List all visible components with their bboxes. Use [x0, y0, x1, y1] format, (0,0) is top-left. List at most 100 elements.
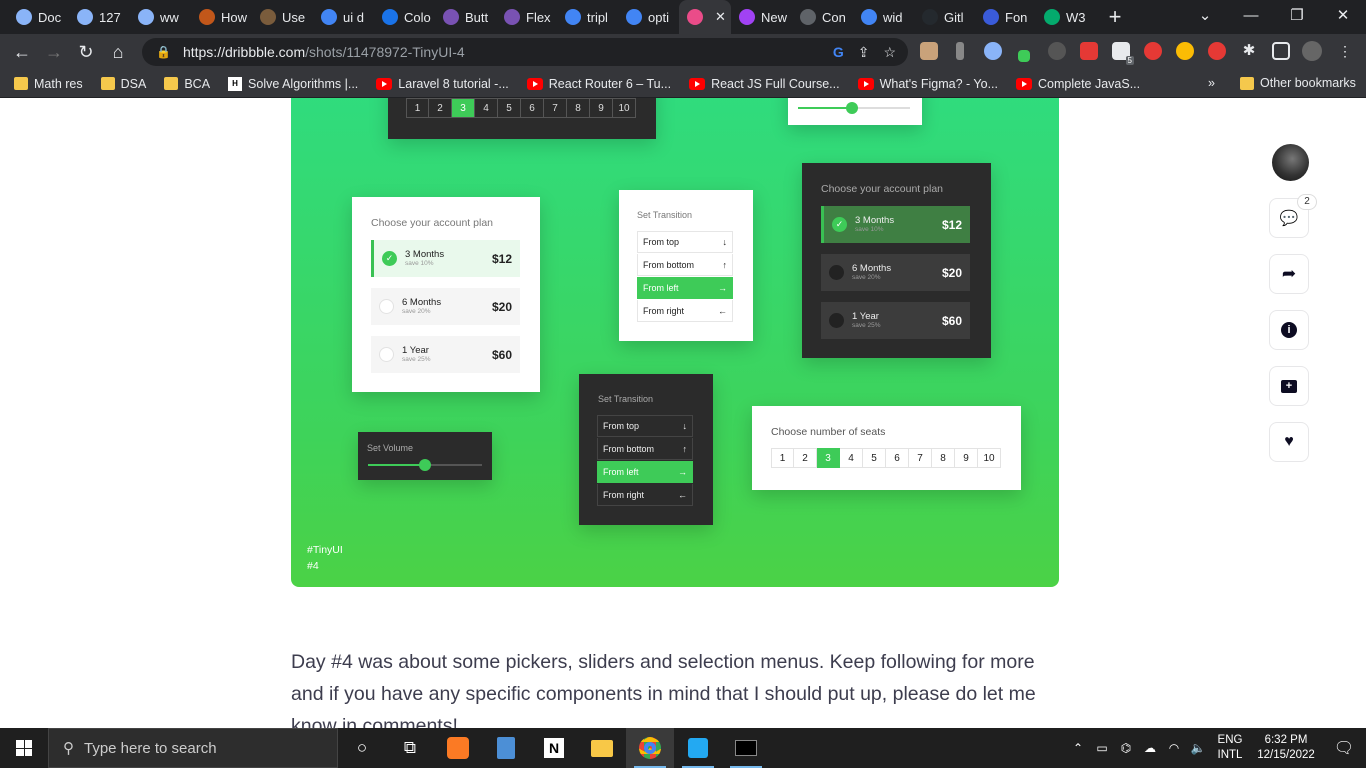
battery-icon[interactable]: ▭	[1090, 741, 1114, 755]
page-number-button[interactable]: 4	[840, 448, 863, 468]
bookmark-item[interactable]: Math res	[14, 77, 83, 91]
like-button[interactable]: ♥	[1269, 422, 1309, 462]
plan-option[interactable]: ✓ 3 Months save 10% $12	[821, 206, 970, 243]
task-view-icon[interactable]: ⧉	[386, 728, 434, 768]
bookmark-item[interactable]: React JS Full Course...	[689, 77, 840, 91]
google-lens-icon[interactable]: G	[833, 44, 844, 61]
extension-avatar-icon[interactable]	[920, 42, 938, 60]
plan-option[interactable]: 1 Year save 25% $60	[371, 336, 520, 373]
cortana-icon[interactable]: ○	[338, 728, 386, 768]
page-number-button[interactable]: 9	[955, 448, 978, 468]
page-number-button[interactable]: 2	[429, 98, 452, 118]
transition-option[interactable]: From top ↓	[637, 231, 733, 253]
plan-option[interactable]: 6 Months save 20% $20	[821, 254, 970, 291]
extension-color-icon[interactable]	[1176, 42, 1194, 60]
forward-arrow-icon[interactable]: →	[38, 42, 70, 63]
page-number-button[interactable]: 5	[863, 448, 886, 468]
bookmark-item[interactable]: H Solve Algorithms |...	[228, 76, 358, 91]
bookmark-item[interactable]: What's Figma? - Yo...	[857, 77, 998, 91]
add-to-collection-button[interactable]: +	[1269, 366, 1309, 406]
transition-option[interactable]: From top ↓	[597, 415, 693, 437]
browser-tab[interactable]: Butt	[435, 0, 496, 34]
share-icon[interactable]: ⇪	[858, 44, 870, 61]
page-number-button[interactable]: 6	[521, 98, 544, 118]
transition-option[interactable]: From bottom ↑	[597, 438, 693, 460]
chrome-icon[interactable]	[626, 728, 674, 768]
page-number-button[interactable]: 2	[794, 448, 817, 468]
transition-option[interactable]: From right ←	[597, 484, 693, 506]
page-number-button[interactable]: 3	[452, 98, 475, 118]
browser-tab[interactable]: W3	[1036, 0, 1097, 34]
back-arrow-icon[interactable]: ←	[6, 42, 38, 63]
notifications-icon[interactable]: 🗨	[1322, 738, 1366, 758]
clock[interactable]: 6:32 PM 12/15/2022	[1250, 733, 1322, 763]
extension-hand-icon[interactable]	[1144, 42, 1162, 60]
plan-option[interactable]: 1 Year save 25% $60	[821, 302, 970, 339]
onedrive-icon[interactable]: ☁	[1138, 741, 1162, 755]
tab-search-chevron-icon[interactable]: ⌄	[1182, 0, 1228, 34]
transition-option[interactable]: From bottom ↑	[637, 254, 733, 276]
page-number-button[interactable]: 8	[567, 98, 590, 118]
browser-tab[interactable]: ui d	[313, 0, 374, 34]
transition-option[interactable]: From left →	[597, 461, 693, 483]
extension-eyedropper-icon[interactable]	[1018, 50, 1030, 62]
home-icon[interactable]: ⌂	[102, 42, 134, 63]
page-number-button[interactable]: 10	[978, 448, 1001, 468]
volume-icon[interactable]: 🔈	[1186, 741, 1210, 755]
language-indicator[interactable]: ENG INTL	[1210, 733, 1250, 763]
browser-tab[interactable]: Fon	[975, 0, 1036, 34]
browser-tab[interactable]: wid	[853, 0, 914, 34]
side-panel-icon[interactable]	[1272, 42, 1290, 60]
designer-avatar[interactable]	[1272, 144, 1309, 181]
volume-slider-knob[interactable]	[419, 459, 431, 471]
notion-icon[interactable]: N	[530, 728, 578, 768]
page-number-button[interactable]: 7	[909, 448, 932, 468]
page-number-button[interactable]: 4	[475, 98, 498, 118]
browser-tab[interactable]: Doc	[8, 0, 69, 34]
vscode-icon[interactable]	[674, 728, 722, 768]
bookmark-item[interactable]: Complete JavaS...	[1016, 77, 1140, 91]
browser-tab[interactable]: New	[731, 0, 792, 34]
close-tab-icon[interactable]: ✕	[715, 9, 726, 25]
reload-icon[interactable]: ↻	[70, 42, 102, 63]
extension-circle-icon[interactable]	[984, 42, 1002, 60]
browser-tab[interactable]: opti	[618, 0, 679, 34]
browser-tab[interactable]: 127	[69, 0, 130, 34]
extensions-puzzle-icon[interactable]: ✱	[1240, 42, 1258, 60]
browser-tab[interactable]: ✕	[679, 0, 731, 34]
address-bar[interactable]: 🔒 https://dribbble.com/shots/11478972-Ti…	[142, 38, 908, 66]
bookmarks-overflow-button[interactable]: »	[1208, 76, 1215, 90]
page-number-button[interactable]: 1	[406, 98, 429, 118]
page-number-button[interactable]: 7	[544, 98, 567, 118]
minimize-button[interactable]: —	[1228, 0, 1274, 34]
page-number-button[interactable]: 9	[590, 98, 613, 118]
start-button[interactable]	[0, 728, 48, 768]
usb-icon[interactable]: ⌬	[1114, 741, 1138, 755]
page-number-button[interactable]: 1	[771, 448, 794, 468]
extension-play-icon[interactable]	[1208, 42, 1226, 60]
transition-option[interactable]: From right ←	[637, 300, 733, 322]
taskbar-search[interactable]: ⚲ Type here to search	[48, 728, 338, 768]
page-number-button[interactable]: 3	[817, 448, 840, 468]
close-window-button[interactable]: ✕	[1320, 0, 1366, 34]
extension-bottle-icon[interactable]	[956, 42, 964, 60]
new-tab-button[interactable]: +	[1097, 0, 1133, 34]
browser-tab[interactable]: Con	[792, 0, 853, 34]
restore-button[interactable]: ❐	[1274, 0, 1320, 34]
other-bookmarks-folder[interactable]: Other bookmarks	[1240, 76, 1356, 90]
plan-option[interactable]: ✓ 3 Months save 10% $12	[371, 240, 520, 277]
menu-kebab-icon[interactable]: ⋮	[1336, 42, 1354, 60]
browser-tab[interactable]: Colo	[374, 0, 435, 34]
extension-dark-circle-icon[interactable]	[1048, 42, 1066, 60]
browser-tab[interactable]: Flex	[496, 0, 557, 34]
plan-option[interactable]: 6 Months save 20% $20	[371, 288, 520, 325]
tray-chevron-icon[interactable]: ⌃	[1066, 741, 1090, 755]
bookmark-item[interactable]: React Router 6 – Tu...	[526, 77, 671, 91]
profile-avatar-icon[interactable]	[1302, 41, 1322, 61]
extension-forward-icon[interactable]	[1080, 42, 1098, 60]
extension-checklist-icon[interactable]: 5	[1112, 42, 1134, 65]
browser-tab[interactable]: tripl	[557, 0, 618, 34]
bookmark-item[interactable]: Laravel 8 tutorial -...	[376, 77, 509, 91]
transition-option[interactable]: From left →	[637, 277, 733, 299]
lock-icon[interactable]: 🔒	[156, 45, 171, 59]
